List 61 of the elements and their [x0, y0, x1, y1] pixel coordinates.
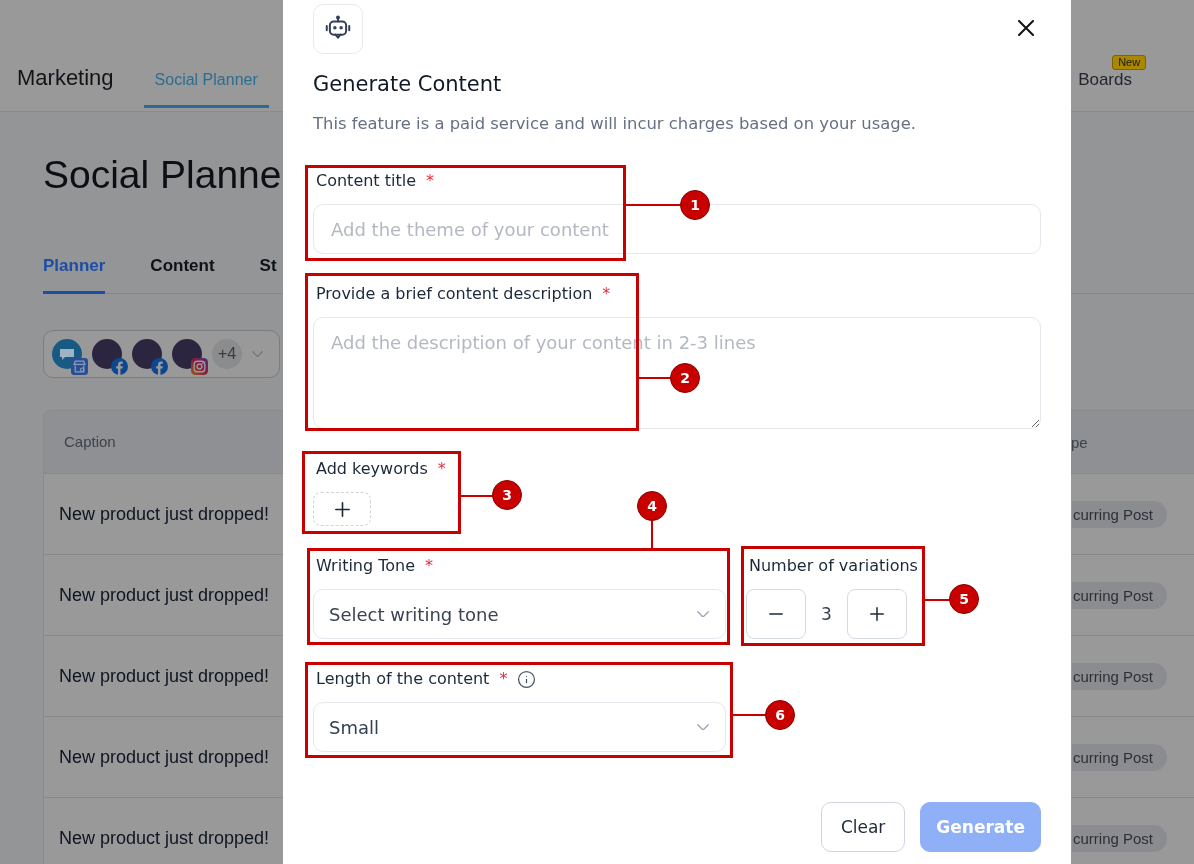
field-label: Writing Tone: [316, 555, 416, 577]
table-cell: New product just dropped!: [59, 503, 270, 524]
required-mark: *: [437, 458, 446, 480]
required-mark: *: [425, 555, 434, 577]
leader-line: [733, 714, 766, 716]
app-title: Marketing: [17, 64, 114, 92]
required-mark: *: [602, 283, 611, 305]
increment-button[interactable]: [847, 589, 907, 639]
table-cell: New product just dropped!: [59, 665, 270, 686]
field-label: Add keywords: [316, 458, 428, 480]
leader-line: [651, 521, 653, 548]
dialog-title: Generate Content: [313, 71, 503, 98]
stepper-value: 3: [820, 604, 833, 624]
page-title: Social Planne: [43, 152, 282, 198]
column-header: pe: [1071, 433, 1088, 451]
chevron-down-icon: [697, 610, 709, 618]
dialog-subtitle: This feature is a paid service and will incur charges based on your usage.: [313, 113, 917, 135]
plus-icon: [334, 501, 350, 517]
new-tag: New: [1112, 55, 1147, 70]
decrement-button[interactable]: [746, 589, 806, 639]
account-selector[interactable]: +4: [43, 330, 280, 378]
post-type-tag: curring Post: [1072, 581, 1168, 609]
table-cell: New product just dropped!: [59, 746, 270, 767]
select-field[interactable]: Small: [313, 702, 726, 752]
info-icon[interactable]: [517, 669, 537, 689]
nav-tab[interactable]: Boards: [1078, 68, 1132, 108]
required-mark: *: [499, 668, 508, 690]
chevron-down-icon: [697, 723, 709, 731]
close-button[interactable]: [1018, 20, 1034, 36]
step-number: 4: [637, 491, 667, 521]
field-label: Provide a brief content description: [316, 283, 593, 305]
post-type-tag: curring Post: [1072, 743, 1168, 771]
column-header: Caption: [64, 433, 116, 450]
post-type-tag: curring Post: [1072, 824, 1168, 852]
step-number: 3: [492, 480, 522, 510]
post-type-tag: curring Post: [1072, 500, 1168, 528]
robot-icon: [313, 4, 363, 54]
page-tab[interactable]: St: [259, 254, 277, 294]
add-keyword-button[interactable]: [313, 492, 371, 526]
page-tab[interactable]: Content: [150, 254, 215, 294]
chevron-down-icon: [252, 350, 263, 358]
step-number: 6: [765, 700, 795, 730]
leader-line: [639, 377, 671, 379]
close-icon: [1018, 20, 1034, 36]
field-label: Length of the content: [316, 668, 490, 690]
field-label: Number of variations: [749, 555, 918, 577]
field-label: Content title: [316, 170, 416, 192]
post-type-tag: curring Post: [1072, 662, 1168, 690]
select-field[interactable]: Select writing tone: [313, 589, 726, 639]
leader-line: [925, 599, 951, 601]
required-mark: *: [426, 170, 434, 192]
plus-icon: [870, 607, 884, 621]
table-cell: New product just dropped!: [59, 584, 270, 605]
more-accounts-count: +4: [212, 339, 242, 369]
step-number: 5: [949, 584, 979, 614]
leader-line: [461, 495, 494, 497]
table-cell: New product just dropped!: [59, 827, 270, 848]
step-number: 1: [680, 190, 710, 220]
minus-icon: [769, 613, 783, 615]
leader-line: [626, 204, 682, 206]
clear-button[interactable]: Clear: [820, 802, 906, 852]
